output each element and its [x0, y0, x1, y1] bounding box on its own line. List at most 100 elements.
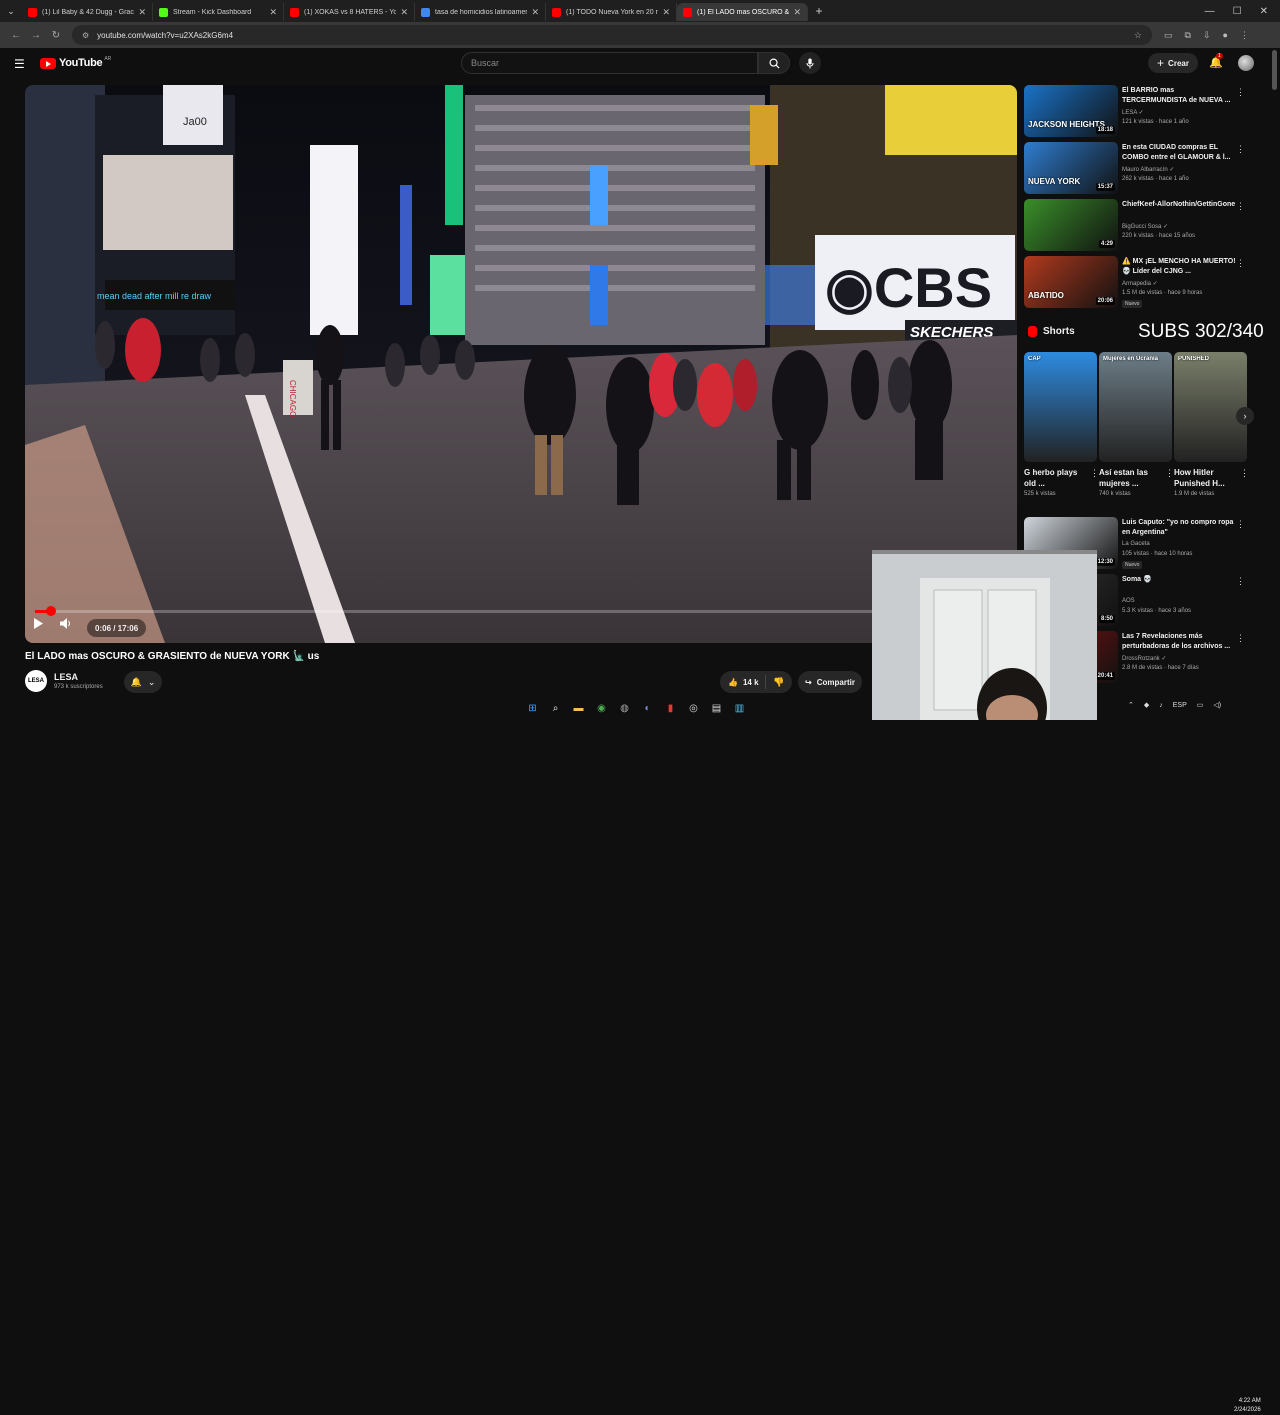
language-indicator[interactable]: ESP [1173, 702, 1187, 709]
short-thumbnail[interactable]: CAP [1024, 352, 1097, 462]
minimize-icon[interactable]: — [1205, 6, 1215, 17]
notification-preferences-button[interactable]: 🔔 ⌄ [124, 671, 162, 693]
video-duration: 18:18 [1095, 126, 1115, 134]
menu-icon[interactable]: ☰ [14, 57, 25, 71]
browser-tab[interactable]: (1) TODO Nueva York en 20 min ✕ [546, 3, 677, 21]
browser-tab[interactable]: (1) Lil Baby & 42 Dugg - Grace ✕ [22, 3, 153, 21]
recommended-channel[interactable]: AOS [1122, 598, 1135, 604]
tab-close-icon[interactable]: ✕ [400, 7, 408, 18]
progress-scrubber[interactable] [45, 606, 56, 616]
volume-button[interactable] [60, 618, 80, 638]
recommended-channel[interactable]: DrossRotzank ✓ [1122, 655, 1166, 662]
new-tab-button[interactable]: + [808, 4, 830, 18]
recommended-video[interactable]: JACKSON HEIGHTS 18:18 El BARRIO mas TERCER… [1024, 85, 1259, 137]
recommended-channel[interactable]: LESA ✓ [1122, 109, 1144, 116]
account-avatar[interactable] [1238, 55, 1254, 71]
more-options-icon[interactable]: ⋮ [1236, 144, 1245, 155]
extensions-icon[interactable]: ⧉ [1185, 30, 1191, 41]
notifications-button[interactable]: 🔔 1 [1209, 53, 1223, 69]
speaker-icon[interactable]: ◁) [1213, 701, 1221, 709]
reload-icon[interactable]: ↻ [46, 30, 66, 41]
channel-name[interactable]: LESA [54, 672, 78, 682]
share-button[interactable]: ↪ Compartir [798, 671, 862, 693]
play-button[interactable] [33, 618, 53, 638]
maximize-icon[interactable]: ☐ [1233, 6, 1242, 17]
chrome-icon[interactable]: ◉ [593, 700, 610, 717]
shorts-next-button[interactable]: › [1236, 407, 1254, 425]
close-window-icon[interactable]: ✕ [1260, 6, 1268, 17]
short-item[interactable]: CAP G herbo plays old ... 525 k vistas ⋮ [1024, 352, 1099, 497]
more-options-icon[interactable]: ⋮ [1090, 468, 1099, 479]
short-item[interactable]: PUNISHED How Hitler Punished H... 1.9 M de… [1174, 352, 1249, 497]
create-button[interactable]: + Crear [1148, 53, 1198, 73]
search-input[interactable]: Buscar [461, 52, 758, 74]
network-icon[interactable]: ▭ [1197, 701, 1204, 709]
chevron-up-icon[interactable]: ⌃ [1128, 701, 1134, 709]
video-thumbnail[interactable]: NUEVA YORK 15:37 [1024, 142, 1118, 194]
tab-close-icon[interactable]: ✕ [269, 7, 277, 18]
download-icon[interactable]: ⇩ [1203, 30, 1211, 41]
short-thumbnail[interactable]: Mujeres en Ucrania [1099, 352, 1172, 462]
channel-avatar[interactable]: LESA [25, 670, 47, 692]
tab-close-icon[interactable]: ✕ [662, 7, 670, 18]
page-scrollbar[interactable] [1272, 48, 1278, 698]
forward-icon[interactable]: → [26, 30, 46, 41]
short-thumbnail-caption: PUNISHED [1178, 356, 1210, 362]
tab-close-icon[interactable]: ✕ [531, 7, 539, 18]
more-options-icon[interactable]: ⋮ [1240, 468, 1249, 479]
mic-tray-icon[interactable]: ♪ [1159, 702, 1163, 709]
tray-app-icon[interactable]: ◆ [1144, 701, 1149, 709]
recommended-channel[interactable]: Mauro Albarracín ✓ [1122, 166, 1174, 173]
discord-icon[interactable]: ◐ [639, 700, 656, 717]
recommended-video[interactable]: ABATIDO 20:06 ⚠️ MX ¡EL MENCHO HA MUERTO! … [1024, 256, 1259, 308]
more-options-icon[interactable]: ⋮ [1236, 258, 1245, 269]
more-options-icon[interactable]: ⋮ [1236, 87, 1245, 98]
browser-menu-icon[interactable]: ⋮ [1240, 30, 1249, 41]
recommended-channel[interactable]: La Gaceta [1122, 541, 1150, 547]
video-thumbnail[interactable]: JACKSON HEIGHTS 18:18 [1024, 85, 1118, 137]
browser-tab[interactable]: (1) El LADO mas OSCURO & ✕ [677, 3, 808, 21]
browser-tab[interactable]: (1) XOKAS vs 8 HATERS - YouTube✕ [284, 3, 415, 21]
notepad-icon[interactable]: ▥ [731, 700, 748, 717]
search-icon[interactable]: ⌕ [547, 700, 564, 717]
back-icon[interactable]: ← [6, 30, 26, 41]
search-button[interactable] [758, 52, 790, 74]
cast-icon[interactable]: ▭ [1164, 30, 1173, 41]
like-button[interactable]: 👍 14 k [720, 675, 766, 689]
profile-icon[interactable]: ● [1223, 30, 1228, 41]
system-clock[interactable]: 4:22 AM 2/24/2026 [1234, 1397, 1261, 1415]
progress-bar[interactable] [35, 606, 1010, 616]
app-icon[interactable]: ◍ [616, 700, 633, 717]
recommended-channel[interactable]: Armapedia ✓ [1122, 280, 1158, 287]
windows-start-icon[interactable]: ⊞ [524, 700, 541, 717]
more-options-icon[interactable]: ⋮ [1236, 576, 1245, 587]
monitor-app-icon[interactable]: ▤ [708, 700, 725, 717]
voice-search-button[interactable] [799, 52, 821, 74]
file-explorer-icon[interactable]: ▬ [570, 700, 587, 717]
dislike-button[interactable]: 👎 [766, 677, 784, 688]
more-options-icon[interactable]: ⋮ [1165, 468, 1174, 479]
video-thumbnail[interactable]: 4:29 [1024, 199, 1118, 251]
browser-tab[interactable]: tasa de homicidios latinoamerica ✕ [415, 3, 546, 21]
video-thumbnail[interactable]: ABATIDO 20:06 [1024, 256, 1118, 308]
short-thumbnail[interactable]: PUNISHED [1174, 352, 1247, 462]
url-field[interactable]: ⚙ youtube.com/watch?v=u2XAs2kG6m4 ☆ [72, 25, 1152, 45]
more-options-icon[interactable]: ⋮ [1236, 201, 1245, 212]
recording-app-icon[interactable]: ▮ [662, 700, 679, 717]
more-options-icon[interactable]: ⋮ [1236, 519, 1245, 530]
short-item[interactable]: Mujeres en Ucrania Así estan las mujeres … [1099, 352, 1174, 497]
tab-close-icon[interactable]: ✕ [793, 7, 801, 18]
browser-tab[interactable]: Stream - Kick Dashboard ✕ [153, 3, 284, 21]
more-options-icon[interactable]: ⋮ [1236, 633, 1245, 644]
steam-icon[interactable]: ◎ [685, 700, 702, 717]
tab-search-icon[interactable]: ⌄ [0, 0, 22, 22]
scrollbar-thumb[interactable] [1272, 50, 1277, 90]
tab-close-icon[interactable]: ✕ [138, 7, 146, 18]
recommended-channel[interactable]: BigGucci Sosa ✓ [1122, 223, 1168, 230]
recommended-video[interactable]: 4:29 ChiefKeef-AllorNothin/GettinGone BigG… [1024, 199, 1259, 251]
site-info-icon[interactable]: ⚙ [82, 31, 89, 40]
youtube-logo[interactable]: YouTube AR [40, 56, 111, 69]
bookmark-star-icon[interactable]: ☆ [1134, 30, 1142, 41]
recommended-video[interactable]: NUEVA YORK 15:37 En esta CIUDAD compras EL… [1024, 142, 1259, 194]
video-player[interactable]: mean dead after mill re draw Ja00 50 YEA… [25, 85, 1017, 643]
